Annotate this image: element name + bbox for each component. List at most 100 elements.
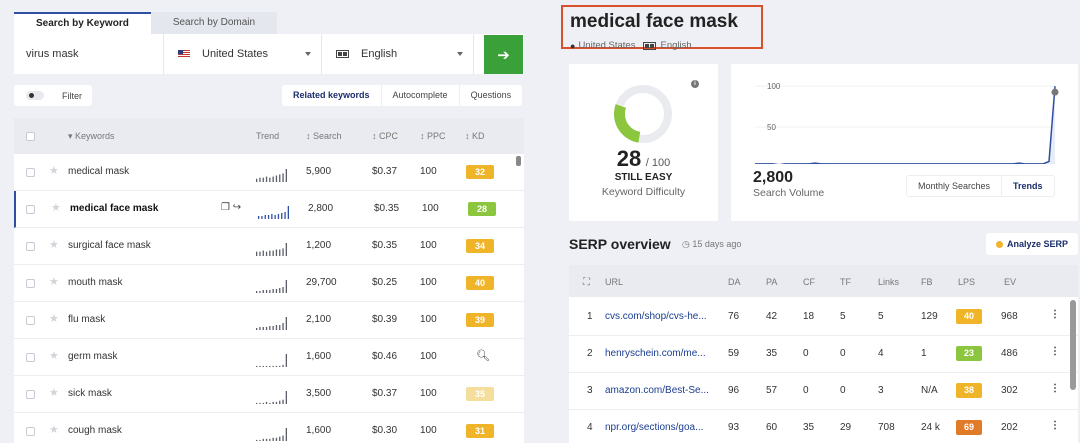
- star-icon[interactable]: ★: [49, 349, 59, 362]
- tab-autocomplete[interactable]: Autocomplete: [380, 85, 459, 106]
- row-checkbox[interactable]: [26, 353, 35, 362]
- search-volume-value: 2,800: [753, 169, 794, 186]
- serp-url-link[interactable]: henryschein.com/me...: [605, 348, 706, 359]
- column-tf[interactable]: TF: [840, 277, 851, 287]
- keyword-text[interactable]: cough mask: [68, 425, 122, 436]
- column-fb[interactable]: FB: [921, 277, 933, 287]
- keywords-scrollbar[interactable]: [516, 156, 521, 166]
- serp-url-link[interactable]: cvs.com/shop/cvs-he...: [605, 311, 707, 322]
- keyword-text[interactable]: sick mask: [68, 388, 112, 399]
- column-trend[interactable]: Trend: [256, 131, 279, 141]
- trend-bar: [262, 177, 264, 182]
- lps-badge: 38: [956, 383, 982, 398]
- star-icon[interactable]: ★: [49, 275, 59, 288]
- overview-location-language: ● United States English: [570, 40, 692, 51]
- table-row[interactable]: ★ germ mask 1,600 $0.46 100 🔍︎: [14, 339, 524, 376]
- serp-url-link[interactable]: npr.org/sections/goa...: [605, 422, 703, 433]
- column-keywords[interactable]: ▾ Keywords: [68, 131, 115, 142]
- column-cpc[interactable]: ↕ CPC: [372, 131, 398, 141]
- language-select[interactable]: English: [322, 34, 474, 74]
- serp-scrollbar[interactable]: [1070, 300, 1076, 390]
- more-options-icon[interactable]: ⋮: [1050, 420, 1060, 431]
- column-pa[interactable]: PA: [766, 277, 777, 287]
- column-links[interactable]: Links: [878, 277, 899, 287]
- expand-icon[interactable]: ⛶: [583, 277, 590, 288]
- search-volume-cell: 29,700: [306, 277, 337, 288]
- keyword-text[interactable]: mouth mask: [68, 277, 122, 288]
- country-select[interactable]: United States: [164, 34, 322, 74]
- trend-sparkline: [256, 280, 287, 293]
- chevron-down-icon: [305, 52, 311, 56]
- table-row[interactable]: ★ sick mask 3,500 $0.37 100 35: [14, 376, 524, 413]
- table-row[interactable]: ★ mouth mask 29,700 $0.25 100 40: [14, 265, 524, 302]
- toggle-switch-icon[interactable]: [26, 91, 44, 100]
- tab-questions[interactable]: Questions: [458, 85, 523, 106]
- trend-bar: [282, 364, 284, 367]
- cpc-cell: $0.35: [374, 203, 400, 214]
- table-row[interactable]: ★ surgical face mask 1,200 $0.35 100 34: [14, 228, 524, 265]
- star-icon[interactable]: ★: [49, 312, 59, 325]
- more-options-icon[interactable]: ⋮: [1050, 383, 1060, 394]
- keyword-text[interactable]: surgical face mask: [68, 240, 151, 251]
- star-icon[interactable]: ★: [49, 164, 59, 177]
- table-row[interactable]: ★ flu mask 2,100 $0.39 100 39: [14, 302, 524, 339]
- filter-toggle[interactable]: Filter: [14, 85, 92, 106]
- more-options-icon[interactable]: ⋮: [1050, 346, 1060, 357]
- select-all-checkbox[interactable]: [26, 132, 35, 141]
- column-search[interactable]: ↕ Search: [306, 131, 342, 141]
- row-checkbox[interactable]: [26, 242, 35, 251]
- tab-search-by-domain[interactable]: Search by Domain: [150, 12, 278, 34]
- row-checkbox[interactable]: [26, 168, 35, 177]
- trend-bar: [272, 250, 274, 256]
- info-icon[interactable]: [1051, 88, 1059, 96]
- keyword-text[interactable]: flu mask: [68, 314, 105, 325]
- serp-row: 4 npr.org/sections/goa... 93 60 35 29 708 24 k 2…: [569, 410, 1078, 443]
- cpc-cell: $0.37: [372, 166, 398, 177]
- tab-related-keywords[interactable]: Related keywords: [282, 85, 381, 106]
- search-icon[interactable]: 🔍︎: [476, 349, 490, 362]
- star-icon[interactable]: ★: [51, 201, 61, 214]
- keyword-text[interactable]: germ mask: [68, 351, 117, 362]
- tab-trends[interactable]: Trends: [1001, 176, 1054, 196]
- keyword-research-panel: Search by Keyword Search by Domain Unite…: [0, 0, 540, 443]
- serp-url-link[interactable]: amazon.com/Best-Se...: [605, 385, 709, 396]
- column-url[interactable]: URL: [605, 277, 623, 287]
- row-checkbox[interactable]: [26, 427, 35, 436]
- star-icon[interactable]: ★: [49, 238, 59, 251]
- column-ev[interactable]: EV: [1004, 277, 1016, 287]
- row-checkbox[interactable]: [26, 316, 35, 325]
- row-checkbox[interactable]: [26, 279, 35, 288]
- row-checkbox[interactable]: [26, 205, 35, 214]
- copy-icon[interactable]: ❐: [221, 202, 230, 213]
- tab-monthly-searches[interactable]: Monthly Searches: [907, 176, 1001, 196]
- column-cf[interactable]: CF: [803, 277, 815, 287]
- search-submit-button[interactable]: ➔: [484, 35, 523, 74]
- serp-rank: 3: [587, 385, 593, 396]
- column-kd[interactable]: ↕ KD: [465, 131, 485, 141]
- search-volume-card: 100 50 2,800 Search Volume Monthly Search…: [731, 64, 1078, 221]
- keyword-text[interactable]: medical face mask: [70, 203, 158, 214]
- trend-bar: [262, 438, 264, 441]
- table-row[interactable]: ★ medical face mask ❐ ↪ 2,800 $0.35 100 28: [14, 191, 524, 228]
- trend-bar: [256, 365, 258, 367]
- more-options-icon[interactable]: ⋮: [1050, 309, 1060, 320]
- trend-bar: [269, 177, 271, 182]
- trend-bar: [282, 399, 284, 404]
- trend-bar: [261, 216, 263, 219]
- column-lps[interactable]: LPS: [958, 277, 975, 287]
- keyword-text[interactable]: medical mask: [68, 166, 129, 177]
- forward-arrow-icon[interactable]: ↪: [233, 202, 241, 213]
- analyze-serp-button[interactable]: Analyze SERP: [986, 233, 1078, 255]
- row-checkbox[interactable]: [26, 390, 35, 399]
- star-icon[interactable]: ★: [49, 423, 59, 436]
- trend-sparkline: [256, 428, 287, 441]
- table-row[interactable]: ★ medical mask 5,900 $0.37 100 32: [14, 154, 524, 191]
- column-ppc[interactable]: ↕ PPC: [420, 131, 446, 141]
- table-row[interactable]: ★ cough mask 1,600 $0.30 100 31: [14, 413, 524, 443]
- star-icon[interactable]: ★: [49, 386, 59, 399]
- search-volume-cell: 1,600: [306, 351, 332, 362]
- column-da[interactable]: DA: [728, 277, 741, 287]
- keyword-search-input[interactable]: [14, 34, 164, 74]
- tab-search-by-keyword[interactable]: Search by Keyword: [14, 12, 151, 34]
- trend-bar: [275, 437, 278, 441]
